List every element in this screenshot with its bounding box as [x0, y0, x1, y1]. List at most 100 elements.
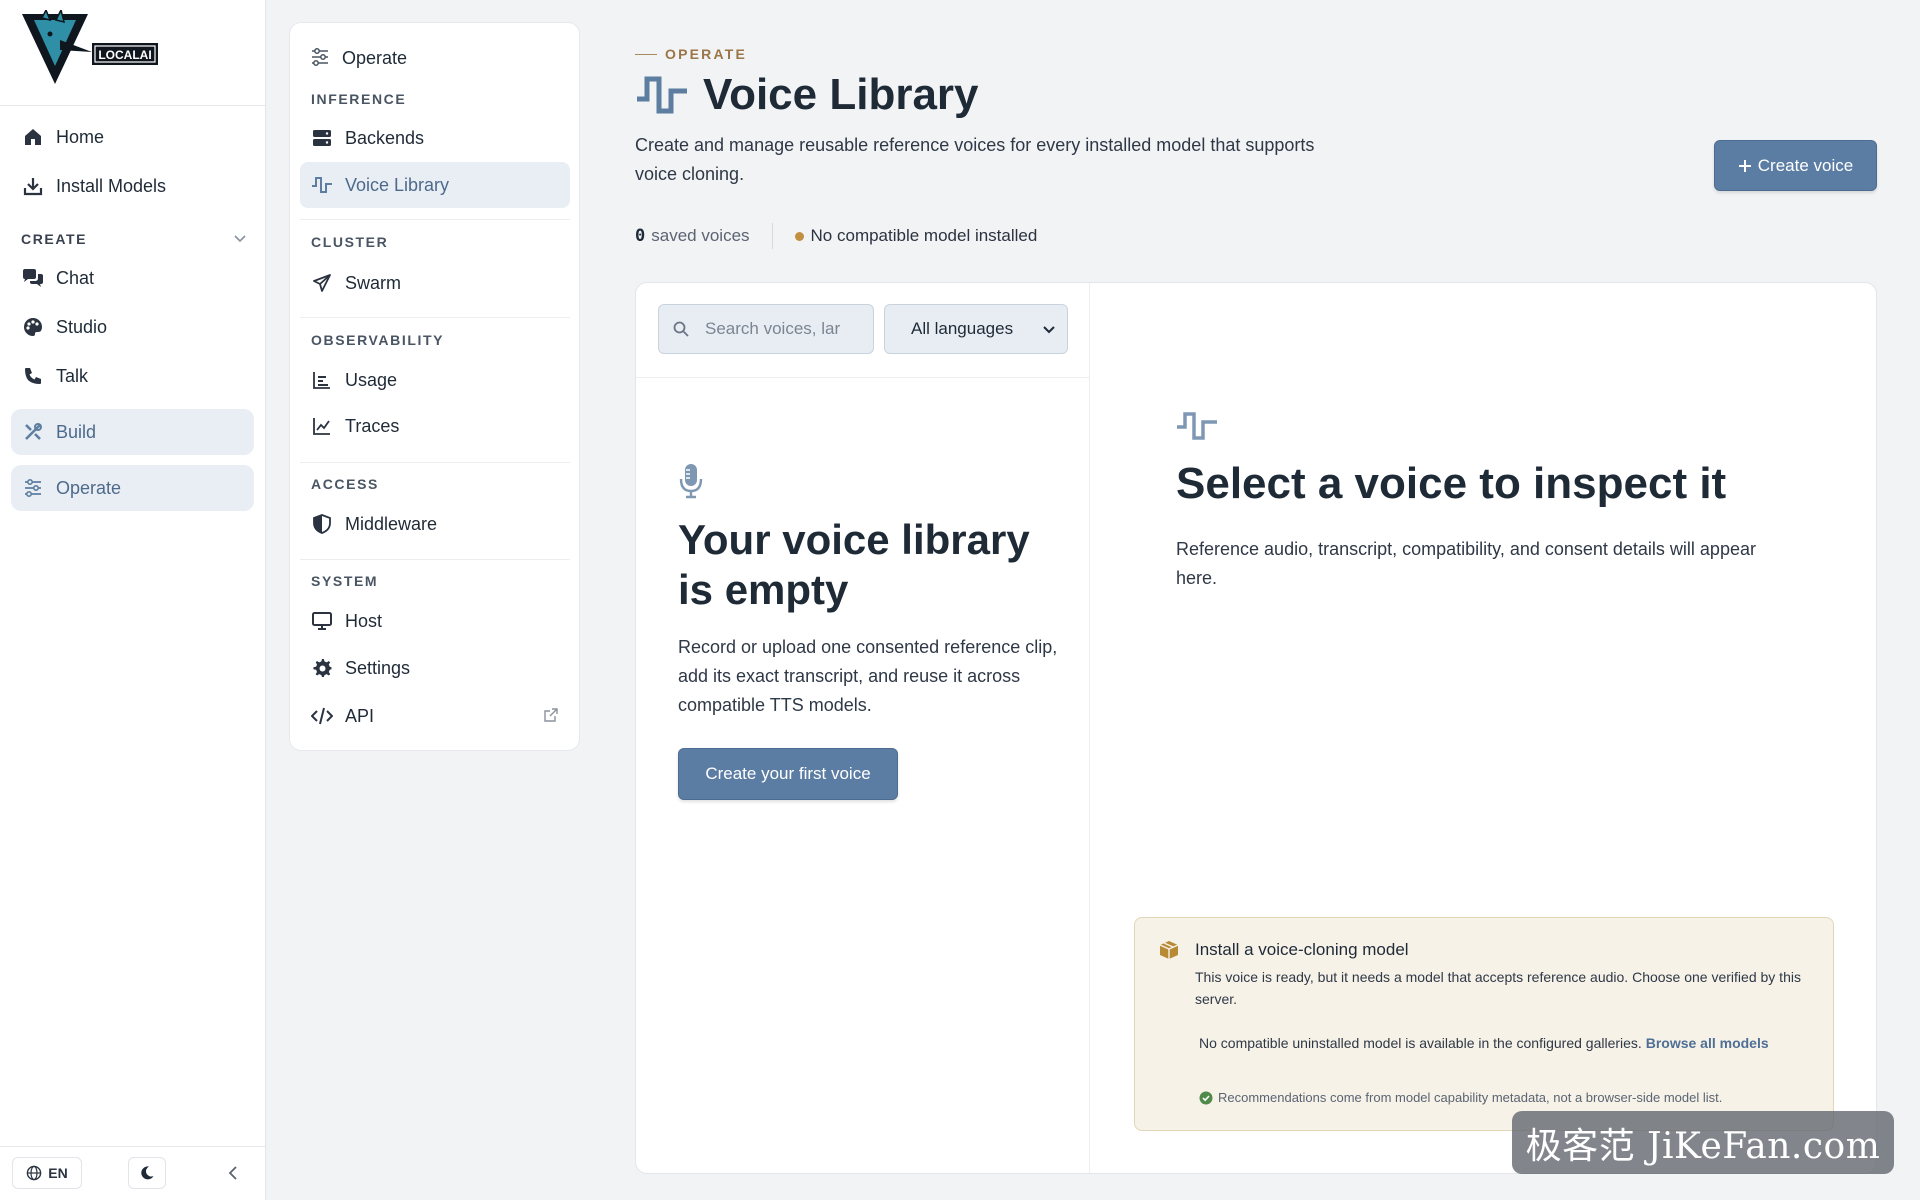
- browse-all-models-link[interactable]: Browse all models: [1646, 1035, 1769, 1051]
- voice-list-pane: All languages Your voice library is empt…: [636, 283, 1090, 1173]
- subnav-title: Operate: [310, 47, 407, 69]
- sidebar-item-operate[interactable]: Operate: [11, 465, 254, 511]
- sidebar-item-label: Install Models: [56, 175, 167, 196]
- install-model-notice: Install a voice-cloning model This voice…: [1134, 917, 1834, 1131]
- palette-icon: [22, 316, 44, 338]
- subnav-section-access: ACCESS: [311, 476, 379, 492]
- notice-title: Install a voice-cloning model: [1195, 940, 1409, 959]
- check-circle-icon: [1199, 1091, 1213, 1104]
- brand: LOCALAI: [0, 0, 265, 106]
- language-button[interactable]: EN: [12, 1157, 82, 1189]
- waveform-icon: [311, 174, 333, 196]
- notice-description: This voice is ready, but it needs a mode…: [1195, 969, 1801, 1007]
- microphone-icon: [679, 464, 703, 499]
- sidebar-item-home[interactable]: Home: [11, 114, 254, 160]
- language-label: EN: [48, 1165, 68, 1181]
- sidebar-item-build[interactable]: Build: [11, 409, 254, 455]
- gear-icon: [311, 657, 333, 679]
- sidebar-item-talk[interactable]: Talk: [11, 353, 254, 399]
- bar-chart-icon: [311, 369, 333, 391]
- sidebar-item-label: Studio: [56, 316, 108, 337]
- sidebar-item-label: Operate: [56, 477, 122, 498]
- subnav-item-settings[interactable]: Settings: [300, 645, 570, 691]
- operate-subnav: Operate INFERENCE Backends Voice Library…: [289, 22, 580, 751]
- subnav-item-traces[interactable]: Traces: [300, 403, 570, 449]
- collapse-sidebar-button[interactable]: [222, 1161, 244, 1185]
- sliders-icon: [310, 47, 332, 69]
- subnav-section-observability: OBSERVABILITY: [311, 332, 445, 348]
- code-icon: [311, 705, 333, 727]
- home-icon: [22, 126, 44, 148]
- search-input[interactable]: [705, 319, 845, 339]
- subnav-item-usage[interactable]: Usage: [300, 357, 570, 403]
- server-icon: [311, 127, 333, 149]
- divider: [300, 317, 570, 318]
- subnav-section-cluster: CLUSTER: [311, 234, 389, 250]
- inspector-title: Select a voice to inspect it: [1176, 459, 1727, 508]
- voice-library-panel: All languages Your voice library is empt…: [635, 282, 1877, 1174]
- svg-text:LOCALAI: LOCALAI: [98, 48, 151, 62]
- subnav-item-swarm[interactable]: Swarm: [300, 260, 570, 306]
- search-box[interactable]: [658, 304, 874, 354]
- chevron-left-icon: [228, 1166, 237, 1180]
- empty-state-description: Record or upload one consented reference…: [678, 637, 1058, 715]
- divider: [300, 559, 570, 560]
- tools-icon: [22, 421, 44, 443]
- sidebar-item-chat[interactable]: Chat: [11, 255, 254, 301]
- divider: [771, 223, 773, 249]
- external-link-icon: [544, 708, 558, 722]
- subnav-item-api[interactable]: API: [300, 693, 570, 739]
- voice-list-toolbar: All languages: [636, 283, 1090, 378]
- divider: [300, 219, 570, 220]
- theme-toggle-button[interactable]: [128, 1157, 166, 1189]
- divider: [300, 462, 570, 463]
- sidebar-item-label: Talk: [56, 365, 89, 386]
- saved-voices-count: 0: [635, 226, 646, 246]
- package-icon: [1159, 941, 1179, 959]
- subnav-item-middleware[interactable]: Middleware: [300, 501, 570, 547]
- chevron-down-icon[interactable]: [232, 230, 248, 246]
- language-filter-select[interactable]: All languages: [884, 304, 1068, 354]
- sidebar-item-label: Home: [56, 126, 105, 147]
- page-description: Create and manage reusable reference voi…: [635, 135, 1315, 184]
- line-chart-icon: [311, 415, 333, 437]
- localai-logo-icon[interactable]: LOCALAI: [20, 10, 160, 86]
- sidebar-item-studio[interactable]: Studio: [11, 304, 254, 350]
- watermark: 极客范 JiKeFan.com: [1512, 1111, 1894, 1174]
- waveform-icon: [637, 76, 687, 114]
- search-icon: [673, 321, 689, 337]
- eyebrow: OPERATE: [635, 46, 747, 62]
- sidebar: LOCALAI Home Install Models CREATE Chat …: [0, 0, 266, 1200]
- create-voice-button[interactable]: Create voice: [1714, 140, 1877, 191]
- inspector-description: Reference audio, transcript, compatibili…: [1176, 539, 1756, 588]
- voice-stats: 0 saved voices No compatible model insta…: [635, 223, 1037, 249]
- download-icon: [22, 175, 44, 197]
- sidebar-footer: EN: [0, 1146, 266, 1200]
- subnav-section-inference: INFERENCE: [311, 91, 407, 107]
- subnav-item-host[interactable]: Host: [300, 598, 570, 644]
- subnav-section-system: SYSTEM: [311, 573, 379, 589]
- phone-icon: [22, 365, 44, 387]
- subnav-item-backends[interactable]: Backends: [300, 115, 570, 161]
- notice-gallery-text: No compatible uninstalled model is avail…: [1199, 1035, 1769, 1051]
- section-create-label[interactable]: CREATE: [21, 231, 87, 247]
- create-first-voice-button[interactable]: Create your first voice: [678, 748, 898, 800]
- empty-state-title: Your voice library is empty: [678, 516, 1030, 613]
- globe-icon: [26, 1165, 42, 1181]
- chat-icon: [22, 267, 44, 289]
- monitor-icon: [311, 610, 333, 632]
- page-title: Voice Library: [635, 70, 979, 120]
- waveform-icon: [1177, 412, 1217, 440]
- sidebar-item-install-models[interactable]: Install Models: [11, 163, 254, 209]
- plus-icon: [1738, 159, 1751, 172]
- sidebar-item-label: Chat: [56, 267, 95, 288]
- language-filter-value: All languages: [911, 319, 1014, 338]
- sidebar-item-label: Build: [56, 421, 97, 442]
- send-icon: [311, 272, 333, 294]
- status-dot: [794, 231, 804, 241]
- sliders-icon: [22, 477, 44, 499]
- shield-icon: [311, 513, 333, 535]
- chevron-down-icon: [1043, 326, 1055, 334]
- subnav-item-voice-library[interactable]: Voice Library: [300, 162, 570, 208]
- eyebrow-line: [635, 53, 657, 55]
